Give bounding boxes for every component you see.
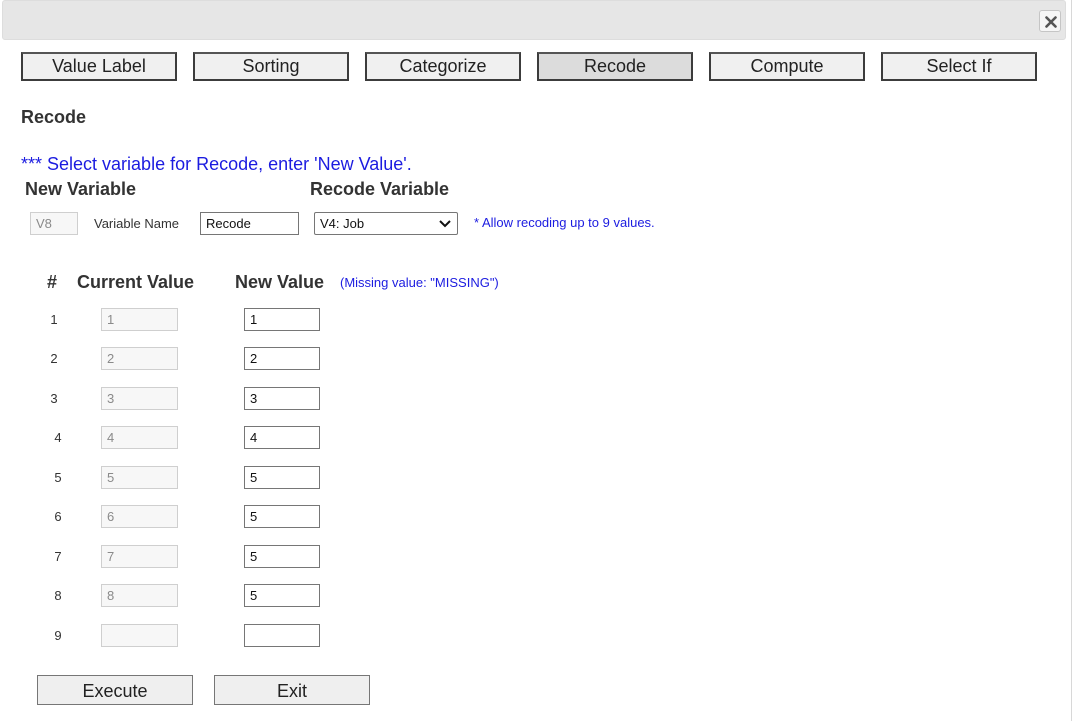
execute-button[interactable]: Execute xyxy=(37,675,193,705)
new-value-input[interactable] xyxy=(244,545,320,568)
row-number: 8 xyxy=(54,588,62,603)
dialog-titlebar[interactable] xyxy=(2,0,1066,40)
row-number: 1 xyxy=(50,312,58,327)
new-value-input[interactable] xyxy=(244,387,320,410)
variable-name-label: Variable Name xyxy=(94,216,180,231)
new-value-header: New Value xyxy=(235,272,325,292)
window-edge xyxy=(1071,0,1072,721)
recode-variable-selected: V4: Job xyxy=(320,216,365,231)
row-number: 6 xyxy=(54,509,62,524)
instruction-text: *** Select variable for Recode, enter 'N… xyxy=(21,154,412,174)
current-value-field xyxy=(101,624,178,647)
new-value-input[interactable] xyxy=(244,426,320,449)
section-title: Recode xyxy=(21,107,87,127)
close-button[interactable] xyxy=(1039,10,1061,32)
row-number: 5 xyxy=(54,470,62,485)
new-variable-header: New Variable xyxy=(25,179,137,199)
tab-value-label[interactable]: Value Label xyxy=(21,52,177,81)
row-number-header: # xyxy=(47,272,58,292)
exit-button[interactable]: Exit xyxy=(214,675,370,705)
current-value-header: Current Value xyxy=(77,272,195,292)
current-value-field xyxy=(101,505,178,528)
new-value-input[interactable] xyxy=(244,624,320,647)
current-value-field xyxy=(101,387,178,410)
tab-sorting[interactable]: Sorting xyxy=(193,52,349,81)
row-number: 7 xyxy=(54,549,62,564)
current-value-field xyxy=(101,308,178,331)
new-value-input[interactable] xyxy=(244,466,320,489)
variable-name-input[interactable] xyxy=(200,212,299,235)
current-value-field xyxy=(101,347,178,370)
current-value-field xyxy=(101,466,178,489)
new-value-input[interactable] xyxy=(244,505,320,528)
new-variable-id-field xyxy=(30,212,78,235)
recode-dialog: Value Label Sorting Categorize Recode Co… xyxy=(0,0,1076,721)
recode-variable-header: Recode Variable xyxy=(310,179,450,199)
chevron-down-icon xyxy=(439,220,451,228)
new-value-input[interactable] xyxy=(244,308,320,331)
row-number: 9 xyxy=(54,628,62,643)
new-value-input[interactable] xyxy=(244,584,320,607)
tab-categorize[interactable]: Categorize xyxy=(365,52,521,81)
row-number: 4 xyxy=(54,430,62,445)
current-value-field xyxy=(101,545,178,568)
row-number: 3 xyxy=(50,391,58,406)
current-value-field xyxy=(101,584,178,607)
close-icon xyxy=(1045,16,1057,28)
tab-select-if[interactable]: Select If xyxy=(881,52,1037,81)
missing-value-note: (Missing value: "MISSING") xyxy=(340,275,499,290)
current-value-field xyxy=(101,426,178,449)
recode-limit-note: * Allow recoding up to 9 values. xyxy=(474,215,655,230)
tab-recode[interactable]: Recode xyxy=(537,52,693,81)
tab-compute[interactable]: Compute xyxy=(709,52,865,81)
row-number: 2 xyxy=(50,351,58,366)
recode-variable-select[interactable]: V4: Job xyxy=(314,212,458,235)
new-value-input[interactable] xyxy=(244,347,320,370)
